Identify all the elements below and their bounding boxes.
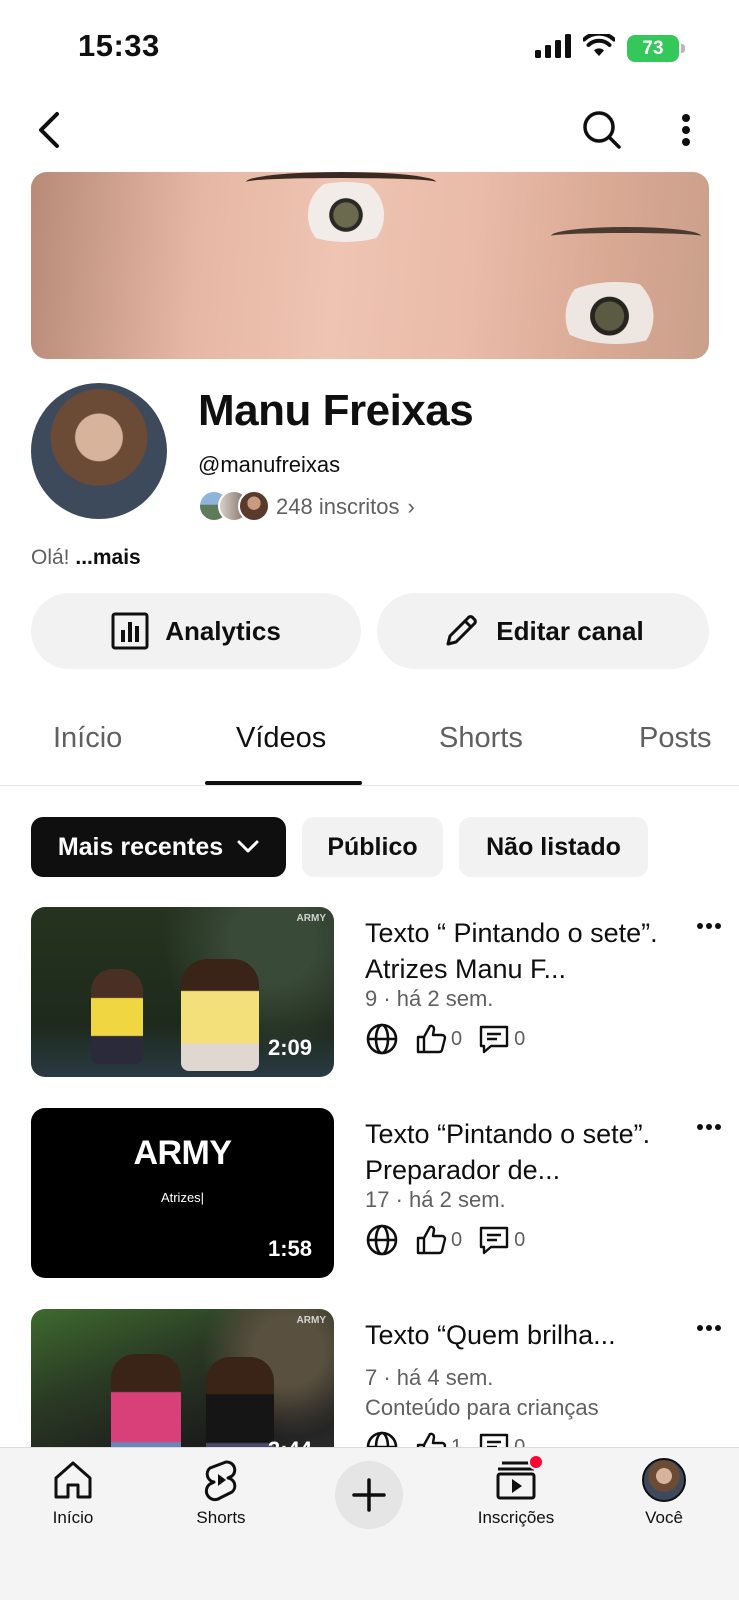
video-item[interactable]: ARMY 2:09 Texto “ Pintando o sete”. Atri…	[0, 907, 739, 1087]
status-bar: 15:33 73	[0, 0, 739, 98]
bottom-nav: Início Shorts Inscrições Você	[0, 1447, 739, 1600]
more-horizontal-icon	[697, 923, 721, 929]
video-more-button[interactable]	[692, 909, 726, 943]
pencil-icon	[446, 615, 478, 646]
subscribers-link[interactable]: 248 inscritos ›	[198, 490, 415, 524]
channel-tabs: Início Vídeos Shorts Posts	[0, 700, 739, 786]
nav-you[interactable]: Você	[609, 1458, 719, 1528]
like-count: 0	[415, 1224, 462, 1256]
video-more-button[interactable]	[692, 1110, 726, 1144]
thumbs-up-icon	[416, 1024, 447, 1054]
like-count: 0	[415, 1023, 462, 1055]
comment-icon	[479, 1226, 509, 1255]
search-button[interactable]	[578, 106, 626, 154]
notification-dot	[528, 1454, 544, 1470]
video-meta: 9 · há 2 sem.	[365, 986, 494, 1011]
thumbnail-logo: ARMY	[133, 1134, 232, 1172]
chevron-down-icon	[237, 840, 259, 853]
visibility-public	[365, 1022, 399, 1056]
channel-description[interactable]: Olá! ...mais	[31, 546, 141, 570]
video-audience-label: Conteúdo para crianças	[365, 1395, 599, 1420]
globe-icon	[366, 1224, 398, 1256]
filter-public-chip[interactable]: Público	[302, 817, 443, 877]
video-title[interactable]: Texto “ Pintando o sete”. Atrizes Manu F…	[365, 915, 685, 987]
plus-icon	[352, 1478, 386, 1512]
comment-count: 0	[478, 1224, 525, 1256]
back-arrow-icon	[39, 112, 59, 148]
tab-inicio[interactable]: Início	[53, 722, 122, 755]
video-duration: 1:58	[267, 1236, 312, 1261]
back-button[interactable]	[26, 106, 74, 154]
wifi-icon	[582, 31, 616, 63]
video-stats: 0 0	[365, 1223, 541, 1257]
video-thumbnail[interactable]: ARMY 2:09	[31, 907, 334, 1077]
video-item[interactable]: ARMY Atrizes| 1:58 Texto “Pintando o set…	[0, 1108, 739, 1288]
more-link[interactable]: ...mais	[75, 546, 140, 569]
video-thumbnail[interactable]: ARMY Atrizes| 1:58	[31, 1108, 334, 1278]
sort-dropdown[interactable]: Mais recentes	[31, 817, 286, 877]
video-more-button[interactable]	[692, 1311, 726, 1345]
video-duration: 2:09	[267, 1035, 312, 1060]
globe-icon	[366, 1023, 398, 1055]
cellular-signal-icon	[535, 34, 571, 63]
analytics-button[interactable]: Analytics	[31, 593, 361, 669]
more-horizontal-icon	[697, 1124, 721, 1130]
comment-count: 0	[478, 1023, 525, 1055]
status-time: 15:33	[78, 28, 160, 63]
more-options-button[interactable]	[662, 106, 710, 154]
tab-videos[interactable]: Vídeos	[236, 722, 326, 755]
subscriptions-icon	[494, 1454, 544, 1502]
shorts-icon	[204, 1460, 237, 1502]
video-title[interactable]: Texto “Quem brilha...	[365, 1317, 685, 1353]
search-icon	[583, 111, 621, 149]
channel-avatar[interactable]	[31, 383, 167, 519]
video-meta: 7 · há 4 sem.	[365, 1365, 494, 1390]
video-title[interactable]: Texto “Pintando o sete”. Preparador de..…	[365, 1116, 685, 1188]
visibility-public	[365, 1223, 399, 1257]
avatar	[238, 490, 270, 522]
subscriber-avatars	[198, 490, 270, 524]
nav-home[interactable]: Início	[18, 1458, 128, 1528]
nav-subscriptions[interactable]: Inscrições	[461, 1454, 571, 1528]
top-nav	[0, 98, 739, 164]
edit-channel-button[interactable]: Editar canal	[377, 593, 709, 669]
person-figure	[181, 959, 259, 1071]
thumbnail-caption: Atrizes|	[160, 1190, 205, 1205]
analytics-icon	[111, 612, 149, 650]
more-vertical-icon	[682, 114, 690, 146]
battery-indicator: 73	[627, 35, 685, 62]
home-icon	[54, 1461, 92, 1499]
thumbs-up-icon	[416, 1225, 447, 1255]
active-tab-indicator	[205, 781, 362, 785]
video-meta: 17 · há 2 sem.	[365, 1187, 506, 1212]
channel-banner	[31, 172, 709, 359]
avatar	[642, 1458, 686, 1502]
filter-unlisted-chip[interactable]: Não listado	[459, 817, 648, 877]
channel-handle: @manufreixas	[198, 452, 341, 477]
create-button[interactable]	[335, 1461, 403, 1529]
tab-posts[interactable]: Posts	[639, 722, 712, 755]
comment-icon	[479, 1025, 509, 1054]
more-horizontal-icon	[697, 1325, 721, 1331]
channel-name: Manu Freixas	[198, 386, 474, 435]
person-figure	[91, 969, 143, 1064]
nav-shorts[interactable]: Shorts	[166, 1458, 276, 1528]
tab-shorts[interactable]: Shorts	[439, 722, 523, 755]
chevron-right-icon: ›	[407, 494, 415, 519]
status-icons: 73	[535, 31, 685, 63]
subscriber-count: 248 inscritos	[276, 494, 400, 519]
video-stats: 0 0	[365, 1022, 541, 1056]
